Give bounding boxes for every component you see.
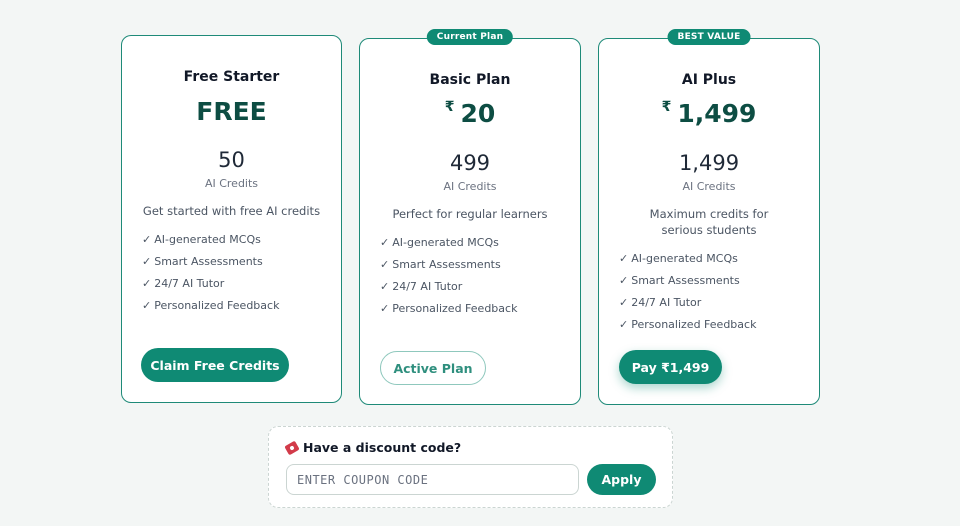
feature-item: ✓ Personalized Feedback — [142, 299, 280, 312]
price-value: 20 — [460, 99, 496, 128]
credits-count: 1,499 — [678, 151, 740, 175]
check-icon: ✓ — [619, 252, 629, 265]
plan-price: ₹ 20 — [360, 99, 580, 128]
plan-card-free-starter: Free Starter FREE 50 AI Credits Get star… — [121, 35, 342, 403]
plan-description: Maximum credits for serious students — [649, 207, 769, 237]
check-icon: ✓ — [142, 233, 152, 246]
check-icon: ✓ — [380, 258, 390, 271]
plan-description: Perfect for regular learners — [392, 207, 548, 221]
feature-item: ✓ Personalized Feedback — [619, 318, 757, 331]
check-icon: ✓ — [380, 302, 390, 315]
plan-card-ai-plus: BEST VALUE AI Plus ₹ 1,499 1,499 AI Cred… — [598, 29, 820, 405]
discount-title-text: Have a discount code? — [303, 440, 462, 455]
discount-box: Have a discount code? Apply — [268, 426, 673, 508]
coupon-input[interactable] — [286, 464, 579, 495]
feature-list: ✓ AI-generated MCQs ✓ Smart Assessments ✓ 2… — [619, 248, 809, 336]
check-icon: ✓ — [619, 296, 629, 309]
feature-list: ✓ AI-generated MCQs ✓ Smart Assessments ✓ 2… — [142, 229, 331, 317]
feature-item: ✓ Personalized Feedback — [380, 302, 518, 315]
feature-item: ✓ AI-generated MCQs — [380, 236, 499, 249]
pay-button[interactable]: Pay ₹1,499 — [619, 350, 722, 384]
feature-item: ✓ Smart Assessments — [142, 255, 263, 268]
plan-description: Get started with free AI credits — [142, 204, 321, 218]
feature-item: ✓ 24/7 AI Tutor — [142, 277, 225, 290]
feature-item: ✓ AI-generated MCQs — [619, 252, 738, 265]
current-plan-badge: Current Plan — [426, 29, 514, 45]
check-icon: ✓ — [142, 299, 152, 312]
credits-count: 499 — [449, 151, 491, 175]
plan-card-basic: Current Plan Basic Plan ₹ 20 499 AI Cred… — [359, 29, 581, 405]
apply-button[interactable]: Apply — [587, 464, 656, 495]
credits-label: AI Credits — [682, 180, 736, 193]
check-icon: ✓ — [142, 255, 152, 268]
discount-title: Have a discount code? — [284, 440, 462, 455]
plan-price: FREE — [122, 97, 341, 126]
price-value: 1,499 — [677, 99, 757, 128]
check-icon: ✓ — [142, 277, 152, 290]
check-icon: ✓ — [619, 274, 629, 287]
currency-symbol: ₹ — [661, 99, 672, 115]
claim-free-credits-button[interactable]: Claim Free Credits — [141, 348, 289, 382]
plan-name: Free Starter — [183, 69, 280, 85]
plan-name: AI Plus — [681, 72, 737, 88]
check-icon: ✓ — [380, 280, 390, 293]
feature-item: ✓ AI-generated MCQs — [142, 233, 261, 246]
credits-label: AI Credits — [443, 180, 497, 193]
pricing-page: Free Starter FREE 50 AI Credits Get star… — [0, 0, 960, 526]
credits-count: 50 — [218, 148, 245, 172]
credits-label: AI Credits — [204, 177, 259, 190]
plan-name: Basic Plan — [429, 72, 511, 88]
active-plan-button[interactable]: Active Plan — [380, 351, 486, 385]
feature-item: ✓ 24/7 AI Tutor — [380, 280, 463, 293]
check-icon: ✓ — [380, 236, 390, 249]
feature-item: ✓ Smart Assessments — [619, 274, 740, 287]
ticket-icon — [284, 440, 300, 455]
check-icon: ✓ — [619, 318, 629, 331]
plan-price: ₹ 1,499 — [599, 99, 819, 128]
price-value: FREE — [196, 97, 267, 126]
feature-item: ✓ Smart Assessments — [380, 258, 501, 271]
feature-list: ✓ AI-generated MCQs ✓ Smart Assessments ✓ 2… — [380, 232, 570, 320]
currency-symbol: ₹ — [444, 99, 455, 115]
best-value-badge: BEST VALUE — [667, 29, 751, 45]
feature-item: ✓ 24/7 AI Tutor — [619, 296, 702, 309]
